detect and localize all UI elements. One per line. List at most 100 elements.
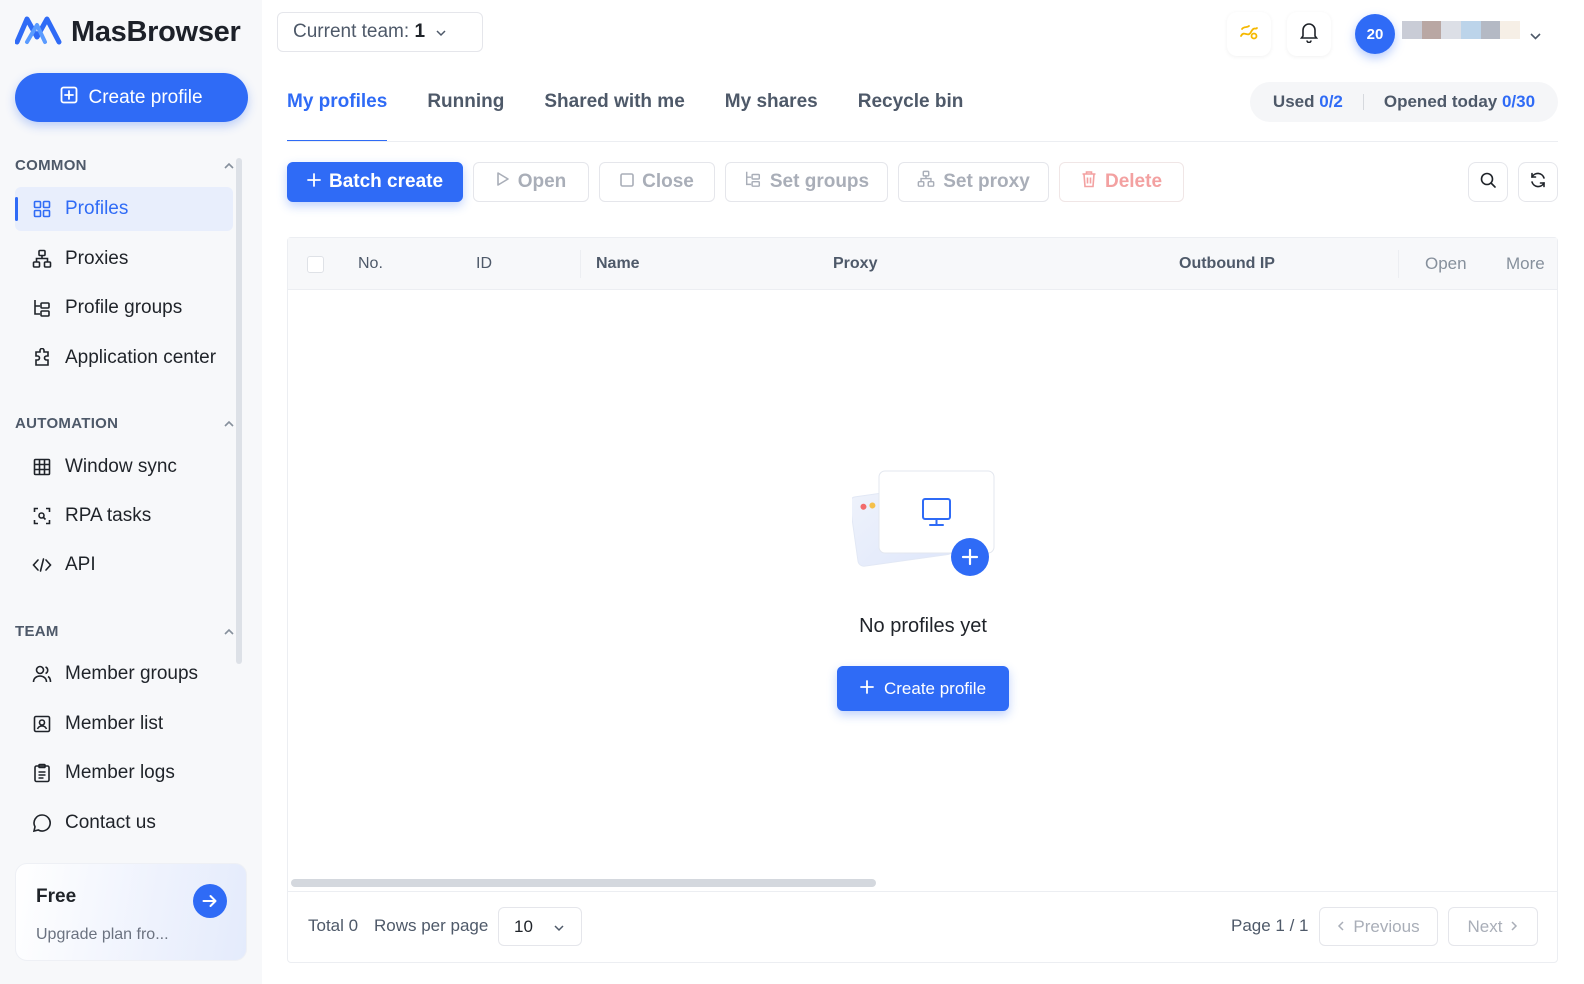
- select-all-checkbox[interactable]: [307, 256, 324, 273]
- sidebar-item-application-center[interactable]: Application center: [15, 336, 233, 380]
- upgrade-plan-card[interactable]: Free Upgrade plan fro...: [15, 863, 247, 961]
- sidebar: MasBrowser Create profile COMMON Profile…: [0, 0, 262, 984]
- sidebar-item-window-sync[interactable]: Window sync: [15, 445, 233, 489]
- column-header-proxy[interactable]: Proxy: [833, 238, 877, 290]
- masbrowser-logo-icon: [14, 15, 63, 50]
- notifications-button[interactable]: [1287, 12, 1331, 56]
- sidebar-item-label: Window sync: [65, 456, 177, 477]
- plus-square-icon: [60, 86, 78, 110]
- contact-card-icon: [31, 713, 53, 735]
- sidebar-item-label: Application center: [65, 347, 217, 368]
- refresh-icon: [1529, 171, 1547, 194]
- sidebar-item-proxies[interactable]: Proxies: [15, 237, 233, 281]
- tab-running[interactable]: Running: [427, 82, 504, 142]
- tab-shared-with-me[interactable]: Shared with me: [544, 82, 684, 142]
- next-page-button[interactable]: Next: [1448, 907, 1538, 946]
- app-name: MasBrowser: [71, 15, 241, 48]
- column-resizer[interactable]: [1398, 250, 1399, 278]
- network-icon: [31, 248, 53, 270]
- table-horizontal-scrollbar[interactable]: [291, 879, 876, 887]
- sidebar-item-label: API: [65, 554, 96, 575]
- sidebar-item-member-groups[interactable]: Member groups: [15, 652, 233, 696]
- column-header-no[interactable]: No.: [358, 238, 383, 290]
- chevron-right-icon: [1510, 917, 1518, 937]
- sidebar-item-member-logs[interactable]: Member logs: [15, 751, 233, 795]
- puzzle-icon: [31, 347, 53, 369]
- rows-per-page-value: 10: [514, 916, 533, 936]
- tree-icon: [31, 297, 53, 319]
- sidebar-create-profile-button[interactable]: Create profile: [15, 73, 248, 122]
- opened-today-count: Opened today 0/30: [1383, 92, 1536, 111]
- total-count: Total 0: [308, 916, 359, 935]
- search-button[interactable]: [1468, 162, 1508, 202]
- section-automation-header[interactable]: AUTOMATION: [15, 415, 235, 432]
- page-info: Page 1 / 1: [1231, 916, 1309, 935]
- sidebar-scrollbar[interactable]: [236, 158, 242, 664]
- plan-subtitle: Upgrade plan fro...: [36, 926, 169, 943]
- column-header-id[interactable]: ID: [476, 238, 492, 290]
- button-label: Delete: [1104, 171, 1163, 192]
- button-label: Set proxy: [943, 171, 1030, 192]
- section-team-header[interactable]: TEAM: [15, 623, 235, 640]
- rows-per-page-select[interactable]: 10: [498, 907, 582, 946]
- divider: [1362, 94, 1364, 110]
- plan-title: Free: [36, 886, 77, 907]
- tab-my-profiles[interactable]: My profiles: [287, 82, 388, 142]
- sidebar-item-api[interactable]: API: [15, 543, 233, 587]
- open-button[interactable]: Open: [473, 162, 589, 202]
- play-icon: [496, 171, 510, 193]
- section-title: TEAM: [15, 623, 59, 640]
- code-icon: [31, 554, 53, 576]
- create-profile-label: Create profile: [88, 86, 203, 108]
- sidebar-item-profiles[interactable]: Profiles: [15, 187, 233, 231]
- user-avatar[interactable]: 20: [1355, 14, 1395, 54]
- app-logo[interactable]: MasBrowser: [14, 14, 241, 50]
- profiles-table: No. ID Name Proxy Outbound IP Open More: [287, 237, 1558, 963]
- bell-icon: [1299, 21, 1319, 48]
- tab-recycle-bin[interactable]: Recycle bin: [858, 82, 964, 142]
- user-menu-chevron-icon[interactable]: [1529, 28, 1542, 46]
- chat-bubble-icon: [31, 812, 53, 834]
- sidebar-item-label: Member groups: [65, 663, 199, 684]
- column-header-outbound-ip[interactable]: Outbound IP: [1179, 238, 1275, 290]
- previous-page-button[interactable]: Previous: [1319, 907, 1438, 946]
- trash-icon: [1081, 170, 1097, 194]
- chevron-down-icon: [435, 21, 447, 43]
- table-header: No. ID Name Proxy Outbound IP Open More: [288, 238, 1557, 290]
- section-title: COMMON: [15, 157, 87, 174]
- sidebar-item-rpa-tasks[interactable]: RPA tasks: [15, 494, 233, 538]
- current-team-select[interactable]: Current team: 1: [277, 12, 483, 52]
- sidebar-item-member-list[interactable]: Member list: [15, 702, 233, 746]
- column-resizer[interactable]: [580, 250, 581, 278]
- grid-icon: [31, 198, 53, 220]
- batch-create-button[interactable]: Batch create: [287, 162, 463, 202]
- username-redacted[interactable]: [1402, 21, 1521, 39]
- set-proxy-button[interactable]: Set proxy: [898, 162, 1049, 202]
- column-header-open[interactable]: Open: [1425, 238, 1467, 290]
- chevron-up-icon: [223, 417, 235, 431]
- promo-button[interactable]: [1227, 12, 1271, 56]
- table-grid-icon: [31, 456, 53, 478]
- used-count: Used 0/2: [1272, 92, 1343, 111]
- usage-summary: Used 0/2 Opened today 0/30: [1250, 82, 1558, 122]
- set-groups-button[interactable]: Set groups: [725, 162, 888, 202]
- sidebar-item-label: Member logs: [65, 762, 175, 783]
- empty-state-create-profile-button[interactable]: Create profile: [837, 666, 1009, 711]
- plus-icon: [307, 171, 321, 193]
- sidebar-item-label: Member list: [65, 713, 164, 734]
- arrow-right-icon[interactable]: [193, 884, 227, 918]
- section-common-header[interactable]: COMMON: [15, 157, 235, 174]
- column-header-name[interactable]: Name: [596, 238, 640, 290]
- gift-ribbon-icon: [1238, 21, 1260, 48]
- sidebar-item-profile-groups[interactable]: Profile groups: [15, 286, 233, 330]
- clipboard-icon: [31, 762, 53, 784]
- footer-divider: [288, 891, 1557, 892]
- column-header-more[interactable]: More: [1506, 238, 1545, 290]
- sidebar-item-contact-us[interactable]: Contact us: [15, 801, 233, 845]
- tab-my-shares[interactable]: My shares: [725, 82, 818, 142]
- close-button[interactable]: Close: [599, 162, 715, 202]
- plus-icon: [860, 679, 874, 699]
- refresh-button[interactable]: [1518, 162, 1558, 202]
- delete-button[interactable]: Delete: [1059, 162, 1184, 202]
- button-label: Set groups: [769, 171, 870, 192]
